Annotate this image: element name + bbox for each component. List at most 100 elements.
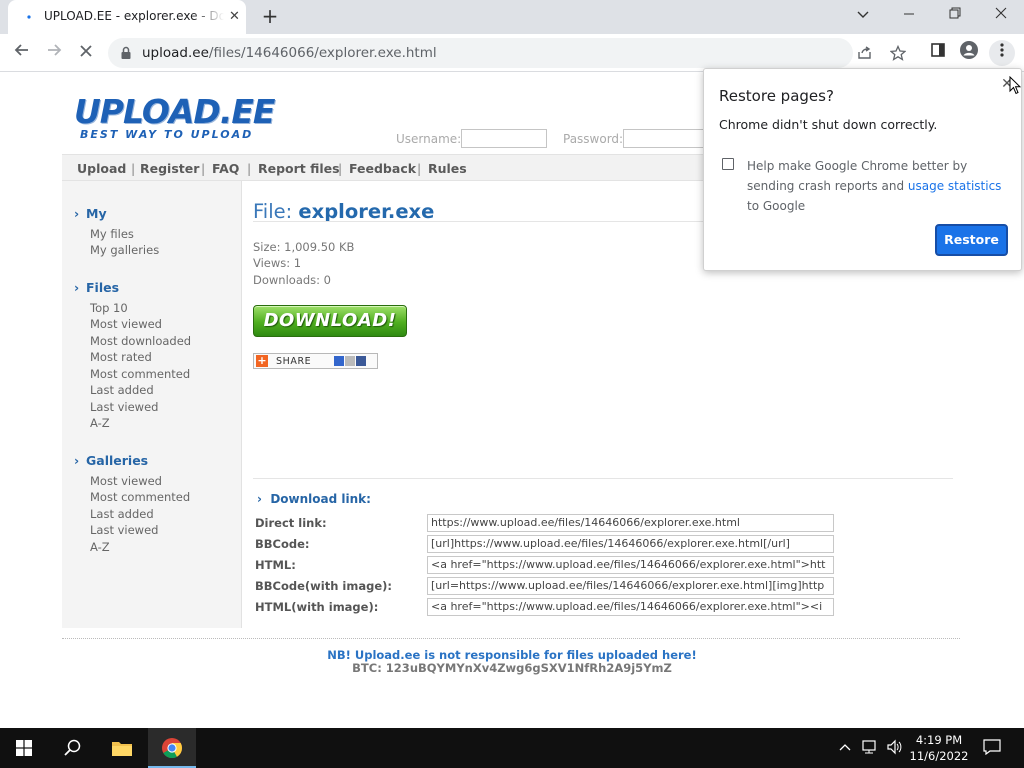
file-downloads: Downloads: 0: [253, 273, 332, 287]
address-bar[interactable]: upload.ee/files/14646066/explorer.exe.ht…: [108, 38, 906, 68]
share-label: SHARE: [276, 356, 312, 367]
nav-upload[interactable]: Upload: [77, 161, 126, 176]
stop-button[interactable]: [73, 40, 99, 66]
chevron-right-icon: ›: [74, 280, 80, 295]
search-icon: [63, 739, 80, 756]
tab-title: UPLOAD.EE - explorer.exe - Download: [44, 9, 224, 23]
lock-icon[interactable]: [120, 46, 132, 60]
sidebar-heading-galleries[interactable]: › Galleries: [74, 453, 148, 468]
url-text[interactable]: upload.ee/files/14646066/explorer.exe.ht…: [142, 45, 437, 61]
crash-report-checkbox[interactable]: [722, 158, 734, 170]
restore-button[interactable]: Restore: [935, 224, 1008, 256]
divider: [253, 478, 953, 479]
sidebar-item-last-viewed[interactable]: Last viewed: [90, 400, 158, 414]
html-image-label: HTML(with image):: [255, 600, 379, 614]
back-button[interactable]: [9, 40, 35, 66]
bbcode-image-field[interactable]: [url=https://www.upload.ee/files/1464606…: [427, 577, 834, 595]
share-button[interactable]: + SHARE: [253, 353, 378, 369]
browser-tab[interactable]: UPLOAD.EE - explorer.exe - Download ✕: [8, 0, 246, 34]
dialog-message: Chrome didn't shut down correctly.: [719, 117, 938, 132]
sidebar-item-my-files[interactable]: My files: [90, 227, 134, 241]
sidebar-item-most-downloaded[interactable]: Most downloaded: [90, 334, 191, 348]
nav-separator: |: [131, 161, 136, 176]
search-button[interactable]: [48, 728, 96, 768]
sidebar-item-gallery-last-viewed[interactable]: Last viewed: [90, 523, 158, 537]
sidebar-item-gallery-a-z[interactable]: A-Z: [90, 540, 110, 554]
side-panel-icon[interactable]: [925, 40, 951, 66]
minimize-button[interactable]: [886, 0, 932, 30]
sidebar-item-my-galleries[interactable]: My galleries: [90, 243, 159, 257]
file-explorer-button[interactable]: [98, 728, 146, 768]
nav-register[interactable]: Register: [140, 161, 199, 176]
nav-feedback[interactable]: Feedback: [349, 161, 416, 176]
bbcode-field[interactable]: [url]https://www.upload.ee/files/1464606…: [427, 535, 834, 553]
sidebar-item-gallery-last-added[interactable]: Last added: [90, 507, 154, 521]
share-icon[interactable]: [857, 46, 873, 60]
windows-logo-icon: [16, 740, 32, 756]
username-input[interactable]: [461, 129, 547, 148]
sidebar-item-a-z[interactable]: A-Z: [90, 416, 110, 430]
new-tab-button[interactable]: +: [258, 4, 282, 28]
direct-link-field[interactable]: https://www.upload.ee/files/14646066/exp…: [427, 514, 834, 532]
file-size: Size: 1,009.50 KB: [253, 240, 355, 254]
sidebar-item-gallery-most-commented[interactable]: Most commented: [90, 490, 190, 504]
html-image-field[interactable]: <a href="https://www.upload.ee/files/146…: [427, 598, 834, 616]
direct-link-label: Direct link:: [255, 516, 327, 530]
sidebar-item-top-10[interactable]: Top 10: [90, 301, 128, 315]
sidebar: › My My files My galleries › Files Top 10 …: [62, 181, 242, 628]
sidebar-item-last-added[interactable]: Last added: [90, 383, 154, 397]
chrome-icon: [162, 738, 183, 759]
chrome-taskbar-button[interactable]: [148, 728, 196, 768]
browser-toolbar: upload.ee/files/14646066/explorer.exe.ht…: [0, 34, 1024, 72]
bookmark-star-icon[interactable]: [890, 45, 906, 61]
restore-window-button[interactable]: [932, 0, 978, 30]
social-icons: [334, 356, 367, 370]
plus-icon: +: [256, 354, 268, 367]
nav-rules[interactable]: Rules: [428, 161, 467, 176]
nav-faq[interactable]: FAQ: [212, 161, 239, 176]
taskbar: 4:19 PM 11/6/2022: [0, 728, 1024, 768]
logo-tagline: BEST WAY TO UPLOAD: [80, 128, 254, 141]
password-input[interactable]: [623, 129, 709, 148]
usage-statistics-link[interactable]: usage statistics: [908, 179, 1002, 193]
sidebar-heading-my[interactable]: › My: [74, 206, 107, 221]
page-title: File: explorer.exe: [253, 200, 434, 223]
profile-avatar-icon[interactable]: [956, 40, 982, 66]
sidebar-item-most-viewed[interactable]: Most viewed: [90, 317, 162, 331]
clock-time: 4:19 PM: [915, 733, 963, 747]
tab-search-icon[interactable]: [840, 0, 886, 30]
download-link-label: Download link:: [270, 492, 371, 506]
tab-close-icon[interactable]: ✕: [229, 10, 240, 24]
close-window-button[interactable]: [978, 0, 1024, 30]
sidebar-item-most-commented[interactable]: Most commented: [90, 367, 190, 381]
nav-separator: |: [338, 161, 343, 176]
sidebar-item-gallery-most-viewed[interactable]: Most viewed: [90, 474, 162, 488]
sidebar-heading-label: Files: [86, 280, 120, 295]
menu-kebab-icon[interactable]: [989, 40, 1015, 66]
html-field[interactable]: <a href="https://www.upload.ee/files/146…: [427, 556, 834, 574]
nav-separator: |: [417, 161, 422, 176]
network-icon[interactable]: [862, 739, 880, 759]
sidebar-heading-label: My: [86, 206, 107, 221]
start-button[interactable]: [0, 728, 48, 768]
digg-icon: [345, 356, 355, 366]
bbcode-image-label: BBCode(with image):: [255, 579, 392, 593]
footer-notice: NB! Upload.ee is not responsible for fil…: [327, 648, 697, 662]
tab-strip: UPLOAD.EE - explorer.exe - Download ✕ +: [0, 0, 1024, 34]
chevron-up-icon[interactable]: [839, 739, 851, 755]
folder-icon: [112, 742, 132, 756]
site-logo[interactable]: UPLOAD.EE BEST WAY TO UPLOAD: [74, 92, 275, 141]
sidebar-heading-files[interactable]: › Files: [74, 280, 119, 295]
nav-report-files[interactable]: Report files: [258, 161, 340, 176]
html-label: HTML:: [255, 558, 296, 572]
forward-button[interactable]: [41, 40, 67, 66]
file-views: Views: 1: [253, 256, 302, 270]
password-label: Password:: [563, 132, 624, 146]
delicious-icon: [334, 356, 344, 366]
bbcode-label: BBCode:: [255, 537, 310, 551]
system-clock[interactable]: 4:19 PM 11/6/2022: [900, 732, 978, 764]
restore-pages-dialog: ✕ Restore pages? Chrome didn't shut down…: [703, 68, 1022, 271]
download-button[interactable]: DOWNLOAD!: [253, 305, 407, 337]
sidebar-item-most-rated[interactable]: Most rated: [90, 350, 152, 364]
notification-icon[interactable]: [983, 739, 1001, 759]
